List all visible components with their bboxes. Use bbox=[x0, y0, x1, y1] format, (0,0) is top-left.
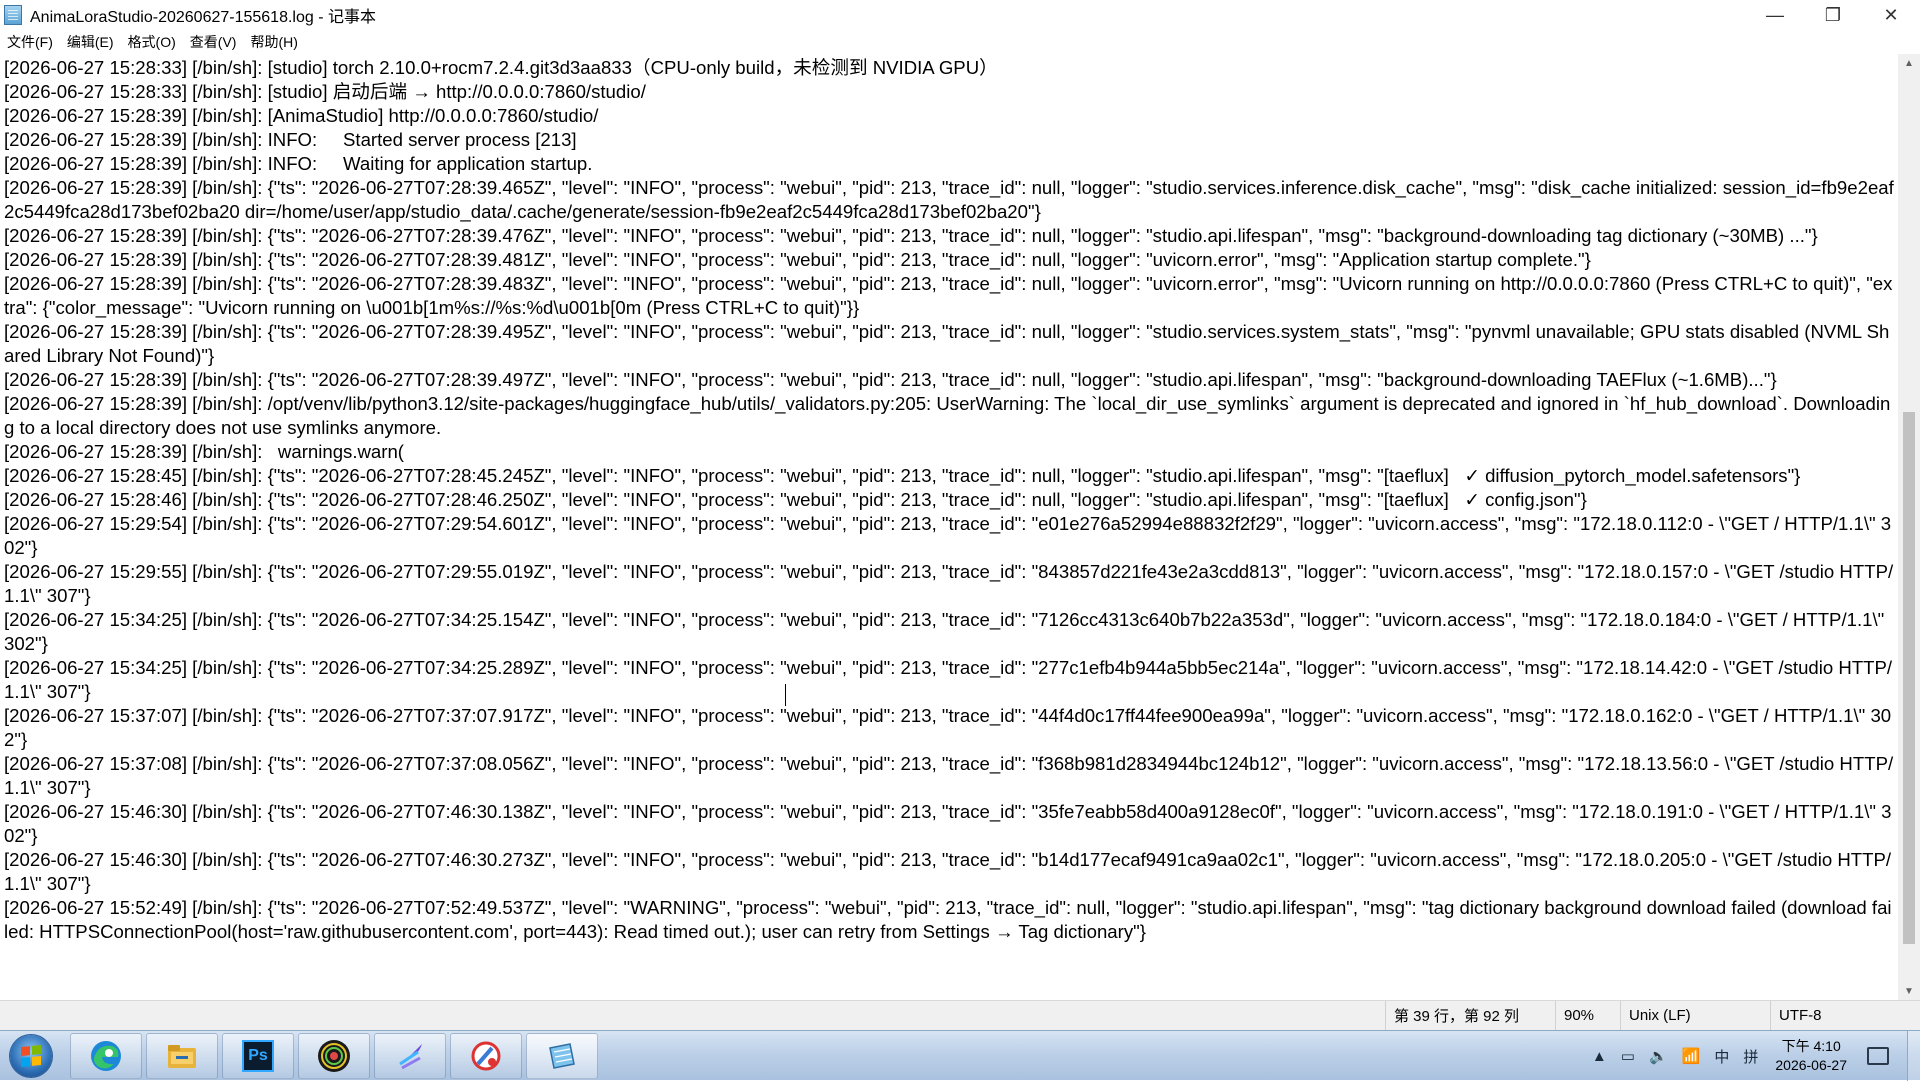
ime-language[interactable]: 中 bbox=[1714, 1046, 1729, 1067]
status-bar: 第 39 行，第 92 列 90% Unix (LF) UTF-8 bbox=[0, 1000, 1920, 1030]
log-line: [2026-06-27 15:52:49] [/bin/sh]: {"ts": … bbox=[4, 897, 1892, 942]
log-line: [2026-06-27 15:28:39] [/bin/sh]: warning… bbox=[4, 441, 405, 462]
log-line: [2026-06-27 15:28:39] [/bin/sh]: [AnimaS… bbox=[4, 105, 599, 126]
menu-file[interactable]: 文件(F) bbox=[0, 32, 60, 52]
start-button[interactable] bbox=[10, 1035, 52, 1077]
feather-app-icon bbox=[392, 1038, 428, 1074]
log-line: [2026-06-27 15:37:07] [/bin/sh]: {"ts": … bbox=[4, 705, 1892, 750]
taskbar-paint-app[interactable] bbox=[450, 1033, 522, 1079]
encoding: UTF-8 bbox=[1770, 1001, 1899, 1030]
file-explorer-icon bbox=[164, 1038, 200, 1074]
log-line: [2026-06-27 15:37:08] [/bin/sh]: {"ts": … bbox=[4, 753, 1894, 798]
log-line: [2026-06-27 15:28:39] [/bin/sh]: /opt/ve… bbox=[4, 393, 1891, 438]
zoom-level: 90% bbox=[1555, 1001, 1624, 1030]
title-bar: AnimaLoraStudio-20260627-155618.log - 记事… bbox=[0, 0, 1920, 30]
minimize-button[interactable]: — bbox=[1746, 0, 1804, 30]
window-controls: — ❐ ✕ bbox=[1746, 0, 1920, 30]
action-center-icon[interactable] bbox=[1867, 1047, 1889, 1065]
system-tray: ▲ ▭ 🔈 📶 中 拼 下午 4:10 2026-06-27 bbox=[1585, 1031, 1920, 1081]
text-caret bbox=[785, 684, 786, 706]
taskbar-edge[interactable] bbox=[70, 1033, 142, 1079]
photoshop-label: Ps bbox=[242, 1040, 274, 1072]
log-line: [2026-06-27 15:28:46] [/bin/sh]: {"ts": … bbox=[4, 489, 1587, 510]
log-line: [2026-06-27 15:28:39] [/bin/sh]: {"ts": … bbox=[4, 321, 1890, 366]
ime-mode[interactable]: 拼 bbox=[1743, 1046, 1758, 1067]
log-line: [2026-06-27 15:34:25] [/bin/sh]: {"ts": … bbox=[4, 657, 1893, 702]
log-line: [2026-06-27 15:28:39] [/bin/sh]: {"ts": … bbox=[4, 249, 1591, 270]
taskbar-radial-app[interactable] bbox=[298, 1033, 370, 1079]
taskbar-file-explorer[interactable] bbox=[146, 1033, 218, 1079]
taskbar-photoshop[interactable]: Ps bbox=[222, 1033, 294, 1079]
photoshop-icon: Ps bbox=[240, 1038, 276, 1074]
edge-icon bbox=[88, 1038, 124, 1074]
log-line: [2026-06-27 15:29:55] [/bin/sh]: {"ts": … bbox=[4, 561, 1894, 606]
log-line: [2026-06-27 15:28:33] [/bin/sh]: [studio… bbox=[4, 57, 998, 78]
scroll-down-arrow-icon[interactable]: ▼ bbox=[1898, 982, 1920, 1000]
log-line: [2026-06-27 15:28:39] [/bin/sh]: {"ts": … bbox=[4, 225, 1818, 246]
vertical-scrollbar[interactable]: ▲ ▼ bbox=[1898, 54, 1920, 1000]
log-line: [2026-06-27 15:46:30] [/bin/sh]: {"ts": … bbox=[4, 849, 1892, 894]
menu-view[interactable]: 查看(V) bbox=[183, 32, 244, 52]
close-button[interactable]: ✕ bbox=[1862, 0, 1920, 30]
windows-logo-icon bbox=[21, 1044, 41, 1068]
log-line: [2026-06-27 15:28:39] [/bin/sh]: INFO: W… bbox=[4, 153, 593, 174]
log-line: [2026-06-27 15:28:45] [/bin/sh]: {"ts": … bbox=[4, 465, 1801, 486]
menu-help[interactable]: 帮助(H) bbox=[243, 32, 304, 52]
log-line: [2026-06-27 15:28:39] [/bin/sh]: {"ts": … bbox=[4, 369, 1777, 390]
notepad-icon bbox=[544, 1038, 580, 1074]
paint-tools-app-icon bbox=[468, 1038, 504, 1074]
log-line: [2026-06-27 15:28:33] [/bin/sh]: [studio… bbox=[4, 81, 646, 102]
window-title: AnimaLoraStudio-20260627-155618.log - 记事… bbox=[30, 9, 376, 26]
taskbar-feather-app[interactable] bbox=[374, 1033, 446, 1079]
maximize-button[interactable]: ❐ bbox=[1804, 0, 1862, 30]
scroll-thumb[interactable] bbox=[1903, 412, 1915, 944]
menu-format[interactable]: 格式(O) bbox=[121, 32, 183, 52]
scroll-up-arrow-icon[interactable]: ▲ bbox=[1898, 54, 1920, 72]
volume-icon[interactable]: 🔈 bbox=[1649, 1047, 1668, 1065]
log-line: [2026-06-27 15:46:30] [/bin/sh]: {"ts": … bbox=[4, 801, 1892, 846]
log-line: [2026-06-27 15:28:39] [/bin/sh]: {"ts": … bbox=[4, 273, 1893, 318]
clock[interactable]: 下午 4:10 2026-06-27 bbox=[1775, 1037, 1847, 1075]
radial-target-app-icon bbox=[316, 1038, 352, 1074]
menu-bar: 文件(F) 编辑(E) 格式(O) 查看(V) 帮助(H) bbox=[0, 30, 1920, 54]
clock-time: 下午 4:10 bbox=[1781, 1038, 1841, 1054]
cursor-position: 第 39 行，第 92 列 bbox=[1385, 1001, 1544, 1030]
taskbar-notepad[interactable] bbox=[526, 1033, 598, 1079]
show-hidden-icons-icon[interactable]: ▲ bbox=[1592, 1048, 1607, 1065]
log-line: [2026-06-27 15:28:39] [/bin/sh]: {"ts": … bbox=[4, 177, 1894, 222]
menu-edit[interactable]: 编辑(E) bbox=[60, 32, 121, 52]
log-line: [2026-06-27 15:28:39] [/bin/sh]: INFO: S… bbox=[4, 129, 577, 150]
taskbar: Ps ▲ ▭ 🔈 📶 中 拼 下午 4:10 2026-06-27 bbox=[0, 1030, 1920, 1081]
notepad-app-icon bbox=[4, 5, 22, 25]
line-ending: Unix (LF) bbox=[1620, 1001, 1769, 1030]
log-line: [2026-06-27 15:34:25] [/bin/sh]: {"ts": … bbox=[4, 609, 1890, 654]
battery-icon[interactable]: ▭ bbox=[1621, 1047, 1635, 1065]
log-line: [2026-06-27 15:29:54] [/bin/sh]: {"ts": … bbox=[4, 513, 1892, 558]
network-icon[interactable]: 📶 bbox=[1682, 1047, 1701, 1065]
clock-date: 2026-06-27 bbox=[1775, 1057, 1847, 1073]
text-editor[interactable]: [2026-06-27 15:28:33] [/bin/sh]: [studio… bbox=[0, 54, 1898, 1000]
show-desktop-button[interactable] bbox=[1907, 1031, 1920, 1081]
log-content[interactable]: [2026-06-27 15:28:33] [/bin/sh]: [studio… bbox=[0, 54, 1898, 944]
